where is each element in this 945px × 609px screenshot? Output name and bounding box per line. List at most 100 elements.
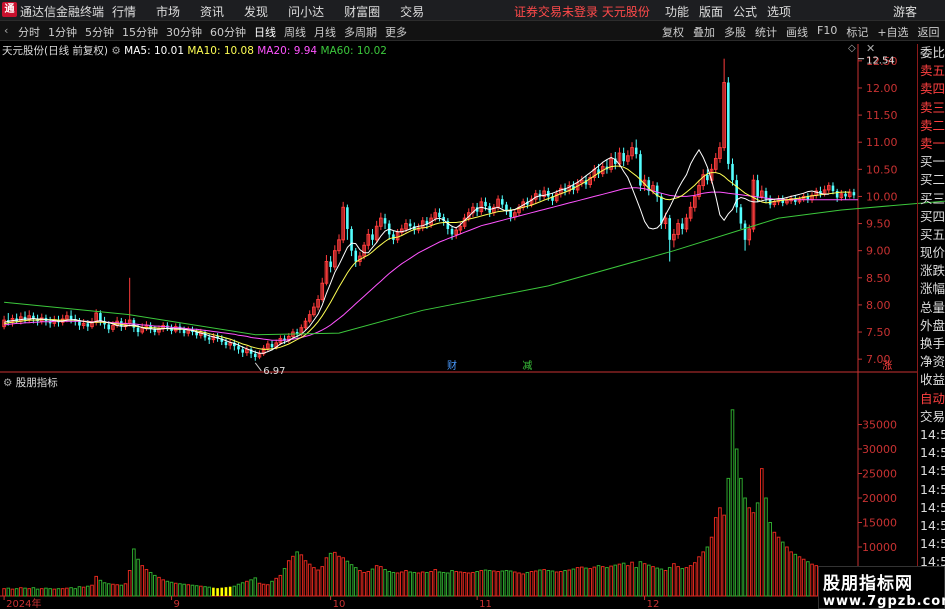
volume-bar-up [341,557,345,597]
period-15min[interactable]: 15分钟 [122,24,158,40]
tool-tongji[interactable]: 统计 [755,24,777,40]
menu-item-hangqing[interactable]: 行情 [112,3,136,20]
volume-bar-down [659,568,664,597]
tool-duogu[interactable]: 多股 [724,24,746,40]
date-axis: 2024年910111212 [3,596,841,609]
volume-bar-down [500,570,505,597]
quote-label-5: 卖一 [920,135,945,151]
candle-body-down [806,196,810,200]
diamond-icon[interactable]: ◇ [848,43,856,54]
candle-body-down [136,327,140,333]
volume-bar-down [35,588,40,597]
volume-bar-down [638,561,643,597]
volume-bar-down [546,570,551,597]
volume-bar-up [580,566,584,597]
candle-body-up [789,198,793,202]
period-60min[interactable]: 60分钟 [210,24,246,40]
menu-item-zixun[interactable]: 资讯 [200,3,224,20]
annotation-label: 6.97 [263,366,285,377]
volume-bar-up [542,569,546,597]
period-multi[interactable]: 多周期 [344,24,377,40]
candle-body-up [416,227,421,231]
tool-back[interactable]: 返回 [918,24,940,40]
candle-body-up [144,325,149,329]
candle-body-down [563,188,567,192]
candle-body-down [668,218,672,240]
period-more[interactable]: 更多 [385,24,407,40]
volume-bar-up [651,566,655,597]
candle-body-up [709,168,714,181]
volume-bar-up [245,580,249,597]
candle-body-up [814,190,819,196]
menu-item-gongshi[interactable]: 公式 [733,3,757,20]
period-weekly[interactable]: 周线 [284,24,306,40]
volume-bar-up [337,555,341,597]
period-daily[interactable]: 日线 [254,24,276,40]
candle-body-down [182,329,186,334]
annotation-label: 12.54 [866,56,895,67]
volume-bar-down [169,581,174,597]
period-monthly[interactable]: 月线 [314,24,336,40]
chevron-left-icon[interactable]: ‹ [4,24,8,37]
volume-bar-down [178,583,182,597]
indicator-gear-icon[interactable]: ⚙ [111,45,120,57]
watermark-url: www.7gpzb.com [823,594,945,609]
quote-label-11: 现价 [920,245,945,261]
volume-bar-down [153,574,157,597]
period-5min[interactable]: 5分钟 [85,24,114,40]
period-fenshi[interactable]: 分时 [18,24,40,40]
indicator-gear-icon[interactable]: ⚙ [3,377,12,389]
candle-body-up [567,185,572,192]
tool-diejia[interactable]: 叠加 [693,24,715,40]
candle-body-down [768,199,772,205]
volume-bar-up [115,584,119,597]
volume-bar-down [441,571,446,597]
candle-body-down [387,223,391,235]
tool-add-favorite[interactable]: +自选 [877,24,908,40]
menu-item-faxian[interactable]: 发现 [244,3,268,20]
menu-item-caifuquan[interactable]: 财富圈 [344,3,380,20]
tool-biaoji[interactable]: 标记 [846,24,868,40]
volume-bar-up [257,582,262,597]
candle-body-up [471,206,475,214]
volume-bar-up [676,566,680,597]
candle-body-up [847,191,852,197]
tool-fuquan[interactable]: 复权 [662,24,684,40]
volume-bar-up [278,574,283,597]
volume-bar-down [739,477,743,597]
event-marker: 涨 [882,360,892,372]
volume-bar-down [734,448,739,597]
volume-bar-down [475,571,479,597]
trade-login-status[interactable]: 证券交易未登录 天元股份 [514,3,650,20]
candle-body-up [433,212,438,219]
stock-title[interactable]: 天元股份(日线 前复权) [2,45,108,57]
menu-item-xuanxiang[interactable]: 选项 [767,3,791,20]
candle-body-down [216,336,219,339]
candle-body-down [23,316,27,321]
volume-indicator-title[interactable]: 股朋指标 [16,377,58,389]
volume-bar-up [39,588,44,597]
tool-f10[interactable]: F10 [817,24,837,40]
kline-chart[interactable]: 7.00 7.50 8.00 8.50 9.00 9.50 10.00 10.50 11.00 1… [0,0,945,609]
period-1min[interactable]: 1分钟 [48,24,77,40]
close-icon[interactable]: ✕ [866,42,875,55]
volume-bar-down [203,586,207,597]
menu-item-wenxiaoda[interactable]: 问小达 [288,3,324,20]
price-tick-label: 11.00 [866,136,898,149]
candle-body-up [299,327,304,335]
period-30min[interactable]: 30分钟 [166,24,202,40]
event-marker: 财 [447,359,457,372]
date-tick-label: 12 [647,599,660,609]
chart-header: 天元股份(日线 前复权) ⚙ MA5: 10.01 MA10: 10.08 MA… [2,43,387,58]
guest-login[interactable]: 游客 [893,3,917,20]
candle-body-down [408,223,412,227]
candle-body-down [346,207,349,229]
volume-bar-down [425,571,429,597]
menu-item-jiaoyi[interactable]: 交易 [400,3,424,20]
candle-body-down [36,319,39,322]
tool-huaxian[interactable]: 画线 [786,24,808,40]
menu-item-shichang[interactable]: 市场 [156,3,180,20]
volume-bar-down [764,497,768,597]
menu-item-gongneng[interactable]: 功能 [665,3,689,20]
menu-item-banmian[interactable]: 版面 [699,3,723,20]
